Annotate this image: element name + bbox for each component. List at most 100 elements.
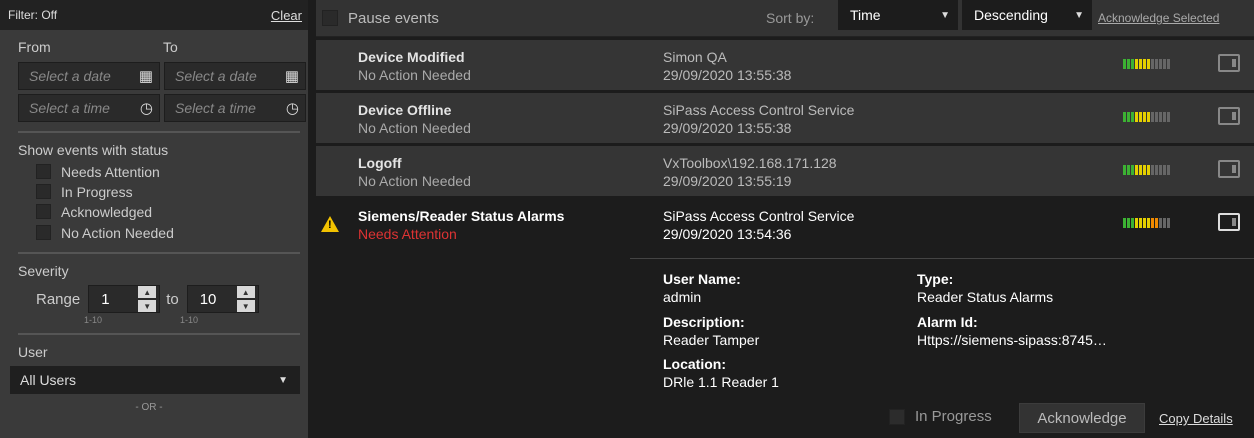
user-select[interactable]: All Users ▼ [10, 366, 300, 394]
status-label: Needs Attention [61, 163, 160, 180]
severity-min-value[interactable]: 1 [101, 291, 109, 308]
event-status: No Action Needed [358, 173, 471, 189]
event-row[interactable]: Device Offline No Action Needed SiPass A… [316, 93, 1254, 143]
decrement-icon[interactable]: ▼ [236, 300, 255, 312]
calendar-icon[interactable]: ▦ [139, 67, 153, 85]
acknowledge-selected-link[interactable]: Acknowledge Selected [1098, 11, 1219, 25]
severity-bar [1159, 218, 1162, 228]
range-hint: 1-10 [84, 315, 103, 325]
event-title: Device Offline [358, 102, 452, 118]
clock-icon[interactable]: ◷ [286, 99, 299, 117]
from-date-input[interactable]: Select a date ▦ [18, 62, 160, 90]
status-section-title: Show events with status [18, 142, 169, 158]
severity-bar [1147, 218, 1150, 228]
range-to-label: to [166, 290, 179, 308]
severity-range: Range 1 ▲ ▼ to 10 ▲ ▼ [0, 285, 308, 313]
event-row[interactable]: Device Modified No Action Needed Simon Q… [316, 40, 1254, 90]
severity-bar [1167, 59, 1170, 69]
severity-bar [1143, 218, 1146, 228]
event-source: VxToolbox\192.168.171.128 [663, 155, 837, 171]
user-name-value: admin [663, 289, 702, 305]
status-needs-attention[interactable]: Needs Attention [0, 161, 308, 182]
checkbox[interactable] [889, 408, 905, 425]
severity-bar [1159, 112, 1162, 122]
copy-details-link[interactable]: Copy Details [1159, 411, 1233, 426]
increment-icon[interactable]: ▲ [138, 286, 157, 298]
severity-bar [1147, 59, 1150, 69]
severity-bar [1147, 112, 1150, 122]
from-time-input[interactable]: Select a time ◷ [18, 94, 160, 122]
event-status: Needs Attention [358, 226, 457, 242]
checkbox[interactable] [322, 10, 338, 26]
severity-bar [1139, 59, 1142, 69]
range-label: Range [36, 290, 81, 308]
severity-bar [1151, 165, 1154, 175]
status-in-progress[interactable]: In Progress [0, 182, 308, 201]
sort-field-value: Time [850, 7, 881, 23]
device-icon[interactable] [1218, 213, 1240, 231]
event-time: 29/09/2020 13:55:38 [663, 120, 792, 136]
severity-meter [1123, 165, 1170, 175]
filter-header: Filter: Off Clear [0, 0, 308, 30]
acknowledge-button[interactable]: Acknowledge [1019, 403, 1145, 433]
clear-filter-link[interactable]: Clear [271, 8, 302, 23]
sort-order-value: Descending [974, 7, 1048, 23]
severity-meter [1123, 112, 1170, 122]
event-status: No Action Needed [358, 120, 471, 136]
pause-label: Pause events [348, 9, 439, 27]
status-label: Acknowledged [61, 203, 153, 220]
clock-icon[interactable]: ◷ [140, 99, 153, 117]
from-time-placeholder: Select a time [29, 100, 110, 116]
event-row[interactable]: Logoff No Action Needed VxToolbox\192.16… [316, 146, 1254, 196]
event-title: Device Modified [358, 49, 465, 65]
severity-bar [1123, 165, 1126, 175]
checkbox[interactable] [36, 225, 51, 240]
checkbox[interactable] [36, 164, 51, 179]
severity-bar [1143, 165, 1146, 175]
in-progress-toggle[interactable]: In Progress [889, 408, 992, 425]
to-time-input[interactable]: Select a time ◷ [164, 94, 306, 122]
pause-events-toggle[interactable]: Pause events [316, 10, 439, 27]
to-time-placeholder: Select a time [175, 100, 256, 116]
severity-bar [1127, 59, 1130, 69]
status-acknowledged[interactable]: Acknowledged [0, 201, 308, 222]
decrement-icon[interactable]: ▼ [138, 300, 157, 312]
user-name-label: User Name: [663, 271, 741, 287]
status-no-action-needed[interactable]: No Action Needed [0, 222, 308, 243]
device-icon[interactable] [1218, 160, 1240, 178]
severity-min-stepper[interactable]: 1 ▲ ▼ [88, 285, 161, 313]
sort-field-select[interactable]: Time ▼ [838, 0, 958, 30]
severity-bar [1127, 218, 1130, 228]
severity-bar [1159, 165, 1162, 175]
severity-max-value[interactable]: 10 [200, 291, 217, 308]
severity-bar [1147, 165, 1150, 175]
event-source: Simon QA [663, 49, 727, 65]
alarm-id-value: Https://siemens-sipass:8745… [917, 332, 1107, 348]
severity-bar [1151, 112, 1154, 122]
location-label: Location: [663, 356, 726, 372]
description-label: Description: [663, 314, 745, 330]
event-row-selected[interactable]: ! Siemens/Reader Status Alarms Needs Att… [316, 199, 1254, 259]
divider [18, 333, 300, 335]
increment-icon[interactable]: ▲ [236, 286, 255, 298]
severity-bar [1131, 165, 1134, 175]
severity-meter [1123, 59, 1170, 69]
severity-bar [1139, 112, 1142, 122]
checkbox[interactable] [36, 204, 51, 219]
severity-bar [1139, 165, 1142, 175]
severity-bar [1159, 59, 1162, 69]
calendar-icon[interactable]: ▦ [285, 67, 299, 85]
panel-divider[interactable] [308, 0, 316, 438]
sort-order-select[interactable]: Descending ▼ [962, 0, 1092, 30]
device-icon[interactable] [1218, 107, 1240, 125]
severity-max-stepper[interactable]: 10 ▲ ▼ [186, 285, 259, 313]
filter-status: Filter: Off [8, 8, 58, 22]
to-date-input[interactable]: Select a date ▦ [164, 62, 306, 90]
checkbox[interactable] [36, 184, 51, 199]
user-select-value: All Users [20, 372, 77, 388]
severity-title: Severity [18, 263, 69, 279]
severity-bar [1135, 112, 1138, 122]
device-icon[interactable] [1218, 54, 1240, 72]
severity-meter [1123, 218, 1170, 228]
severity-bar [1127, 112, 1130, 122]
